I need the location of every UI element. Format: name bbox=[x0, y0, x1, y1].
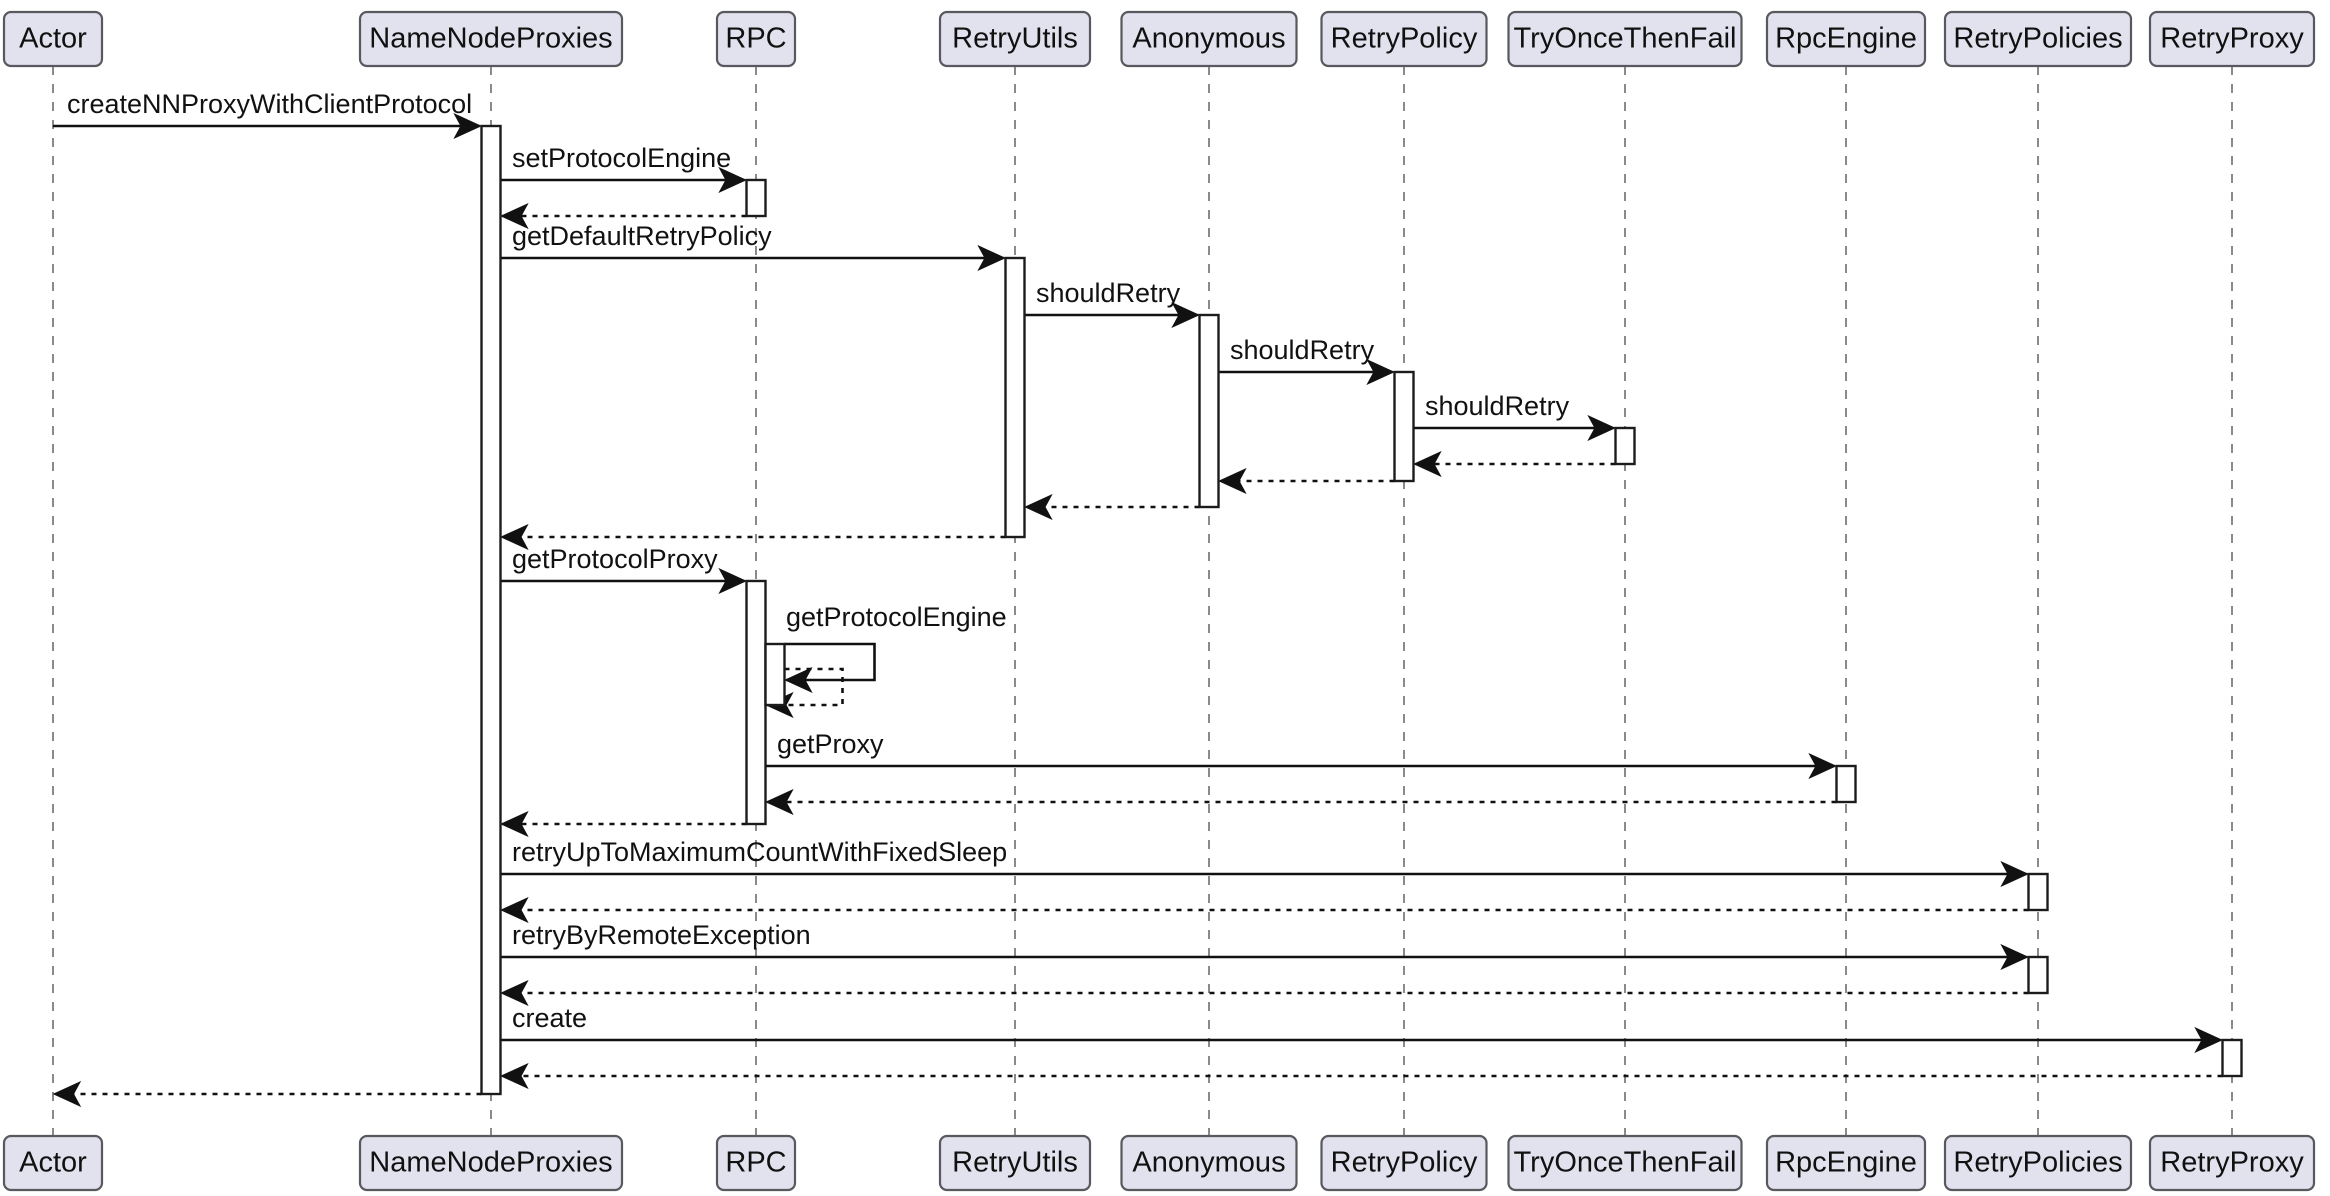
participant-bottom-retryutils[interactable]: RetryUtils bbox=[938, 1134, 1092, 1192]
participant-label-retryproxy: RetryProxy bbox=[2160, 1147, 2304, 1179]
participant-top-retrypolicies[interactable]: RetryPolicies bbox=[1943, 10, 2133, 68]
participant-bottom-anonymous[interactable]: Anonymous bbox=[1120, 1134, 1298, 1192]
activation-bar-act-anon bbox=[1198, 313, 1220, 509]
message-label-m7: shouldRetry bbox=[1425, 391, 1570, 421]
participant-label-rpcengine: RpcEngine bbox=[1775, 23, 1917, 55]
participant-label-retryproxy: RetryProxy bbox=[2160, 23, 2304, 55]
activation-bar-act-totf bbox=[1614, 426, 1636, 466]
participant-top-retryutils[interactable]: RetryUtils bbox=[938, 10, 1092, 68]
participant-label-rpc: RPC bbox=[725, 1147, 786, 1179]
participants-layer: Actor NameNodeProxies RPC RetryUtils Anonymo… bbox=[2, 10, 2316, 1192]
participant-top-tryoncethenfail[interactable]: TryOnceThenFail bbox=[1507, 10, 1743, 68]
sequence-diagram-svg: Actor NameNodeProxies RPC RetryUtils Anonymo… bbox=[2, 10, 2316, 1192]
participant-top-rpcengine[interactable]: RpcEngine bbox=[1765, 10, 1927, 68]
participant-bottom-tryoncethenfail[interactable]: TryOnceThenFail bbox=[1507, 1134, 1743, 1192]
participant-top-anonymous[interactable]: Anonymous bbox=[1120, 10, 1298, 68]
participant-label-retrypolicy: RetryPolicy bbox=[1331, 1147, 1478, 1179]
participant-top-namenodeproxies[interactable]: NameNodeProxies bbox=[358, 10, 624, 68]
message-label-m15: getProxy bbox=[777, 729, 884, 759]
participant-bottom-actor[interactable]: Actor bbox=[2, 1134, 104, 1192]
participant-bottom-retryproxy[interactable]: RetryProxy bbox=[2148, 1134, 2316, 1192]
activation-bar-act-rpcengine bbox=[1835, 764, 1857, 804]
message-label-m4: getDefaultRetryPolicy bbox=[512, 221, 772, 251]
message-label-m1: createNNProxyWithClientProtocol bbox=[67, 89, 472, 119]
participant-label-actor: Actor bbox=[19, 1147, 87, 1179]
participant-label-tryoncethenfail: TryOnceThenFail bbox=[1514, 23, 1737, 55]
participant-label-retryutils: RetryUtils bbox=[952, 1147, 1078, 1179]
participant-label-tryoncethenfail: TryOnceThenFail bbox=[1514, 1147, 1737, 1179]
participant-label-namenodeproxies: NameNodeProxies bbox=[369, 23, 612, 55]
activation-bar-act-rpc-spe bbox=[745, 178, 767, 218]
message-labels-layer: createNNProxyWithClientProtocol setProtoc… bbox=[67, 89, 1570, 1033]
participant-label-anonymous: Anonymous bbox=[1132, 1147, 1285, 1179]
activation-bar-act-rpc-self bbox=[764, 642, 786, 707]
message-label-m18: retryUpToMaximumCountWithFixedSleep bbox=[512, 837, 1007, 867]
participant-label-retrypolicies: RetryPolicies bbox=[1953, 1147, 2122, 1179]
sequence-diagram-canvas: Actor NameNodeProxies RPC RetryUtils Anonymo… bbox=[0, 0, 2330, 1196]
participant-label-retrypolicies: RetryPolicies bbox=[1953, 23, 2122, 55]
message-label-m2: setProtocolEngine bbox=[512, 143, 731, 173]
participant-bottom-retrypolicy[interactable]: RetryPolicy bbox=[1320, 1134, 1488, 1192]
participant-label-rpc: RPC bbox=[725, 23, 786, 55]
activation-bar-act-nnp-main bbox=[480, 124, 502, 1096]
participant-bottom-namenodeproxies[interactable]: NameNodeProxies bbox=[358, 1134, 624, 1192]
participant-label-retrypolicy: RetryPolicy bbox=[1331, 23, 1478, 55]
message-label-m6: shouldRetry bbox=[1230, 335, 1375, 365]
participant-top-rpc[interactable]: RPC bbox=[715, 10, 797, 68]
message-label-m20: retryByRemoteException bbox=[512, 920, 811, 950]
message-self-m13[interactable] bbox=[784, 642, 876, 694]
participant-top-retryproxy[interactable]: RetryProxy bbox=[2148, 10, 2316, 68]
participant-label-namenodeproxies: NameNodeProxies bbox=[369, 1147, 612, 1179]
participant-label-actor: Actor bbox=[19, 23, 87, 55]
activation-bar-act-rproxy bbox=[2221, 1038, 2243, 1078]
activation-bar-act-rpolicy bbox=[1393, 370, 1415, 483]
message-label-m22: create bbox=[512, 1003, 587, 1033]
participant-label-rpcengine: RpcEngine bbox=[1775, 1147, 1917, 1179]
message-label-m12: getProtocolProxy bbox=[512, 544, 718, 574]
message-label-m5: shouldRetry bbox=[1036, 278, 1181, 308]
participant-label-retryutils: RetryUtils bbox=[952, 23, 1078, 55]
lifelines-layer bbox=[52, 66, 2233, 1136]
participant-bottom-rpc[interactable]: RPC bbox=[715, 1134, 797, 1192]
activation-bar-act-rpols-1 bbox=[2027, 872, 2049, 912]
activation-bar-act-rutils bbox=[1004, 256, 1026, 539]
message-label-m13: getProtocolEngine bbox=[786, 602, 1007, 632]
activation-bar-act-rpols-2 bbox=[2027, 955, 2049, 995]
messages-layer bbox=[52, 112, 2223, 1108]
participant-top-actor[interactable]: Actor bbox=[2, 10, 104, 68]
participant-bottom-rpcengine[interactable]: RpcEngine bbox=[1765, 1134, 1927, 1192]
participant-label-anonymous: Anonymous bbox=[1132, 23, 1285, 55]
participant-top-retrypolicy[interactable]: RetryPolicy bbox=[1320, 10, 1488, 68]
participant-bottom-retrypolicies[interactable]: RetryPolicies bbox=[1943, 1134, 2133, 1192]
activation-bar-act-rpc-gpp bbox=[745, 579, 767, 826]
